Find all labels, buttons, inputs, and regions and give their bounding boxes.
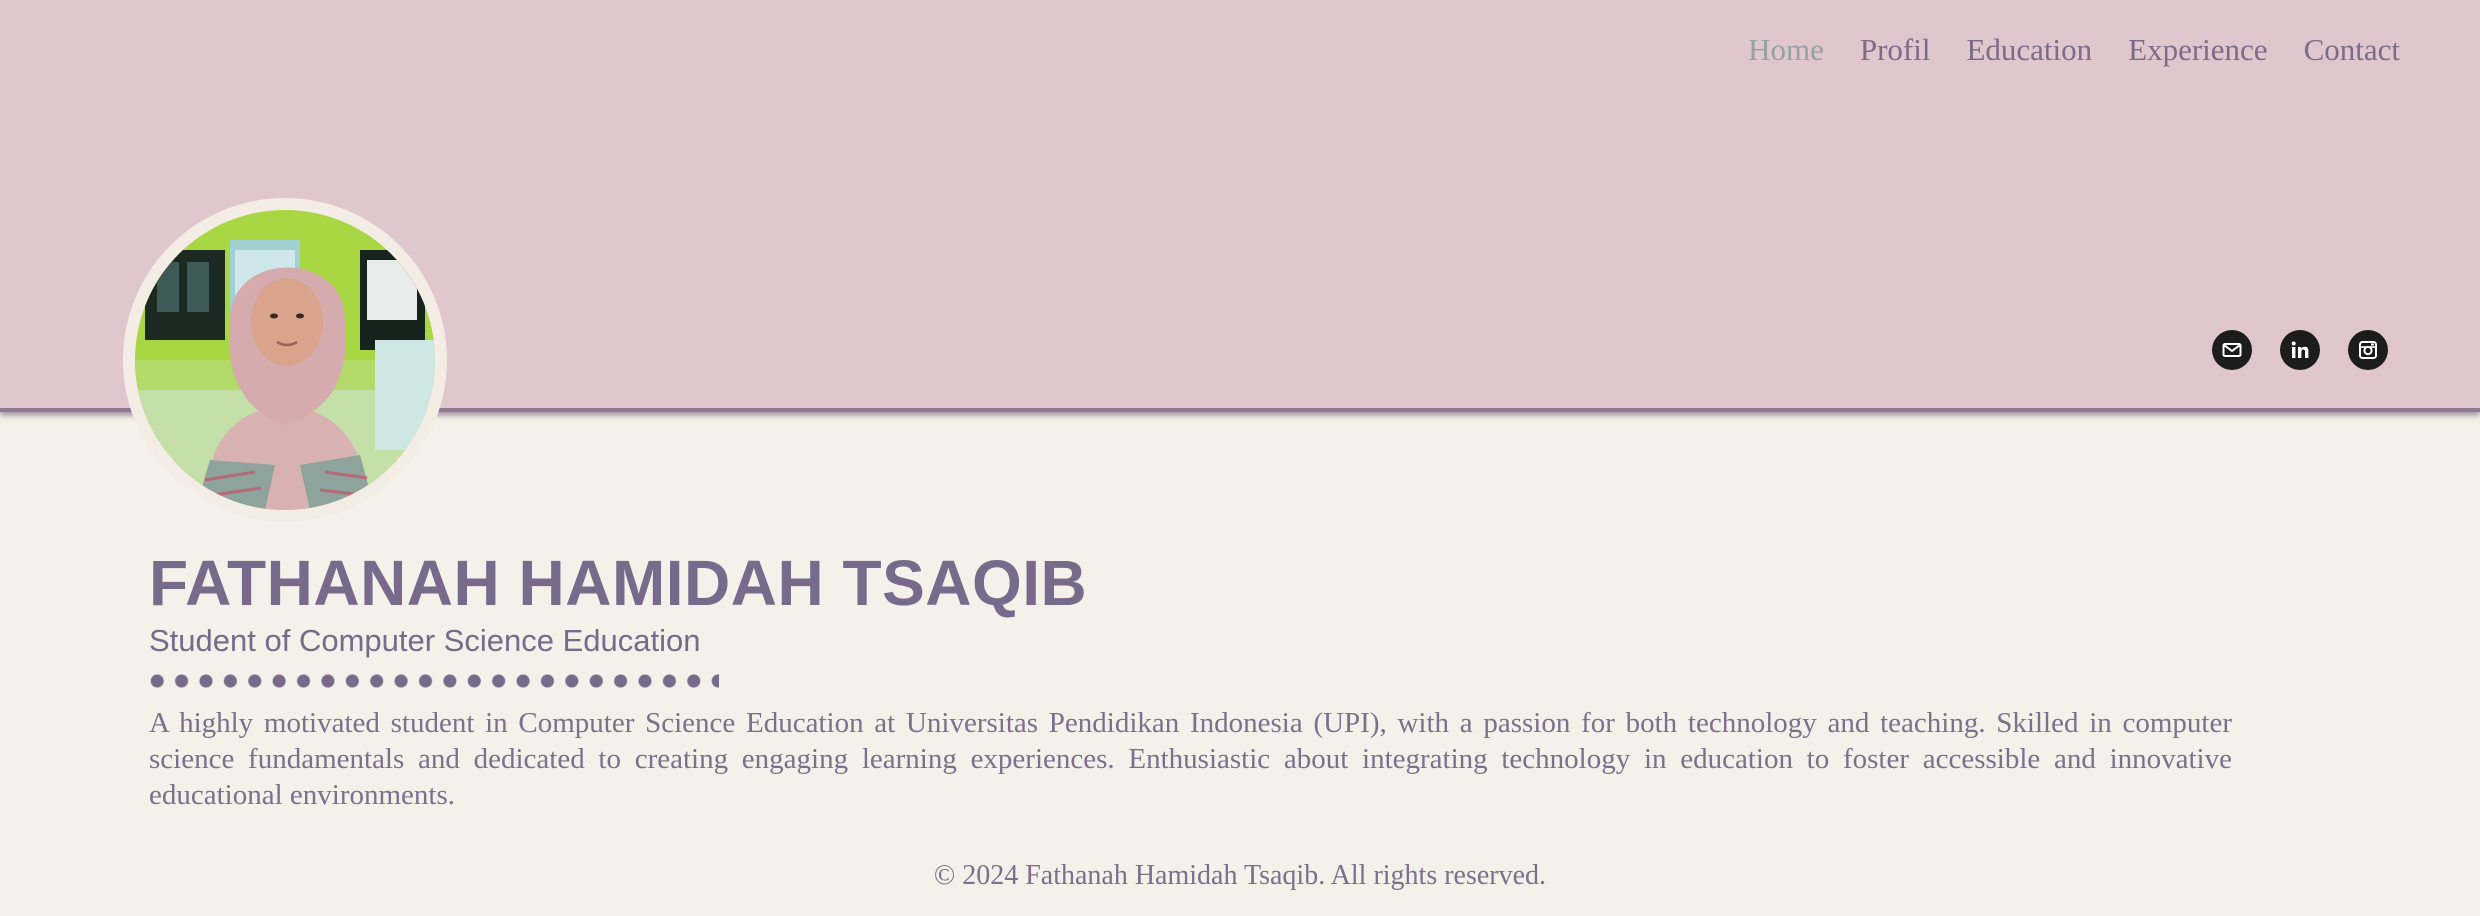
email-icon[interactable] (2212, 330, 2252, 370)
avatar-frame (123, 198, 447, 522)
nav-education-link[interactable]: Education (1966, 30, 2092, 70)
nav-home-link[interactable]: Home (1748, 30, 1824, 70)
nav-contact-link[interactable]: Contact (2304, 30, 2400, 70)
nav-experience-link[interactable]: Experience (2128, 30, 2267, 70)
instagram-icon[interactable] (2348, 330, 2388, 370)
profile-section: FATHANAH HAMIDAH TSAQIB Student of Compu… (149, 545, 2232, 842)
page-footer: © 2024 Fathanah Hamidah Tsaqib. All righ… (933, 860, 1547, 891)
social-links (2212, 330, 2388, 370)
avatar (135, 210, 435, 510)
profile-name: FATHANAH HAMIDAH TSAQIB (149, 547, 1088, 619)
linkedin-icon[interactable] (2280, 330, 2320, 370)
dotted-divider (149, 673, 719, 689)
nav-profil-link[interactable]: Profil (1860, 30, 1931, 70)
profile-bio: A highly motivated student in Computer S… (149, 707, 2232, 811)
profile-role: Student of Computer Science Education (149, 623, 701, 658)
main-nav: Home Profil Education Experience Contact (1748, 30, 2400, 70)
